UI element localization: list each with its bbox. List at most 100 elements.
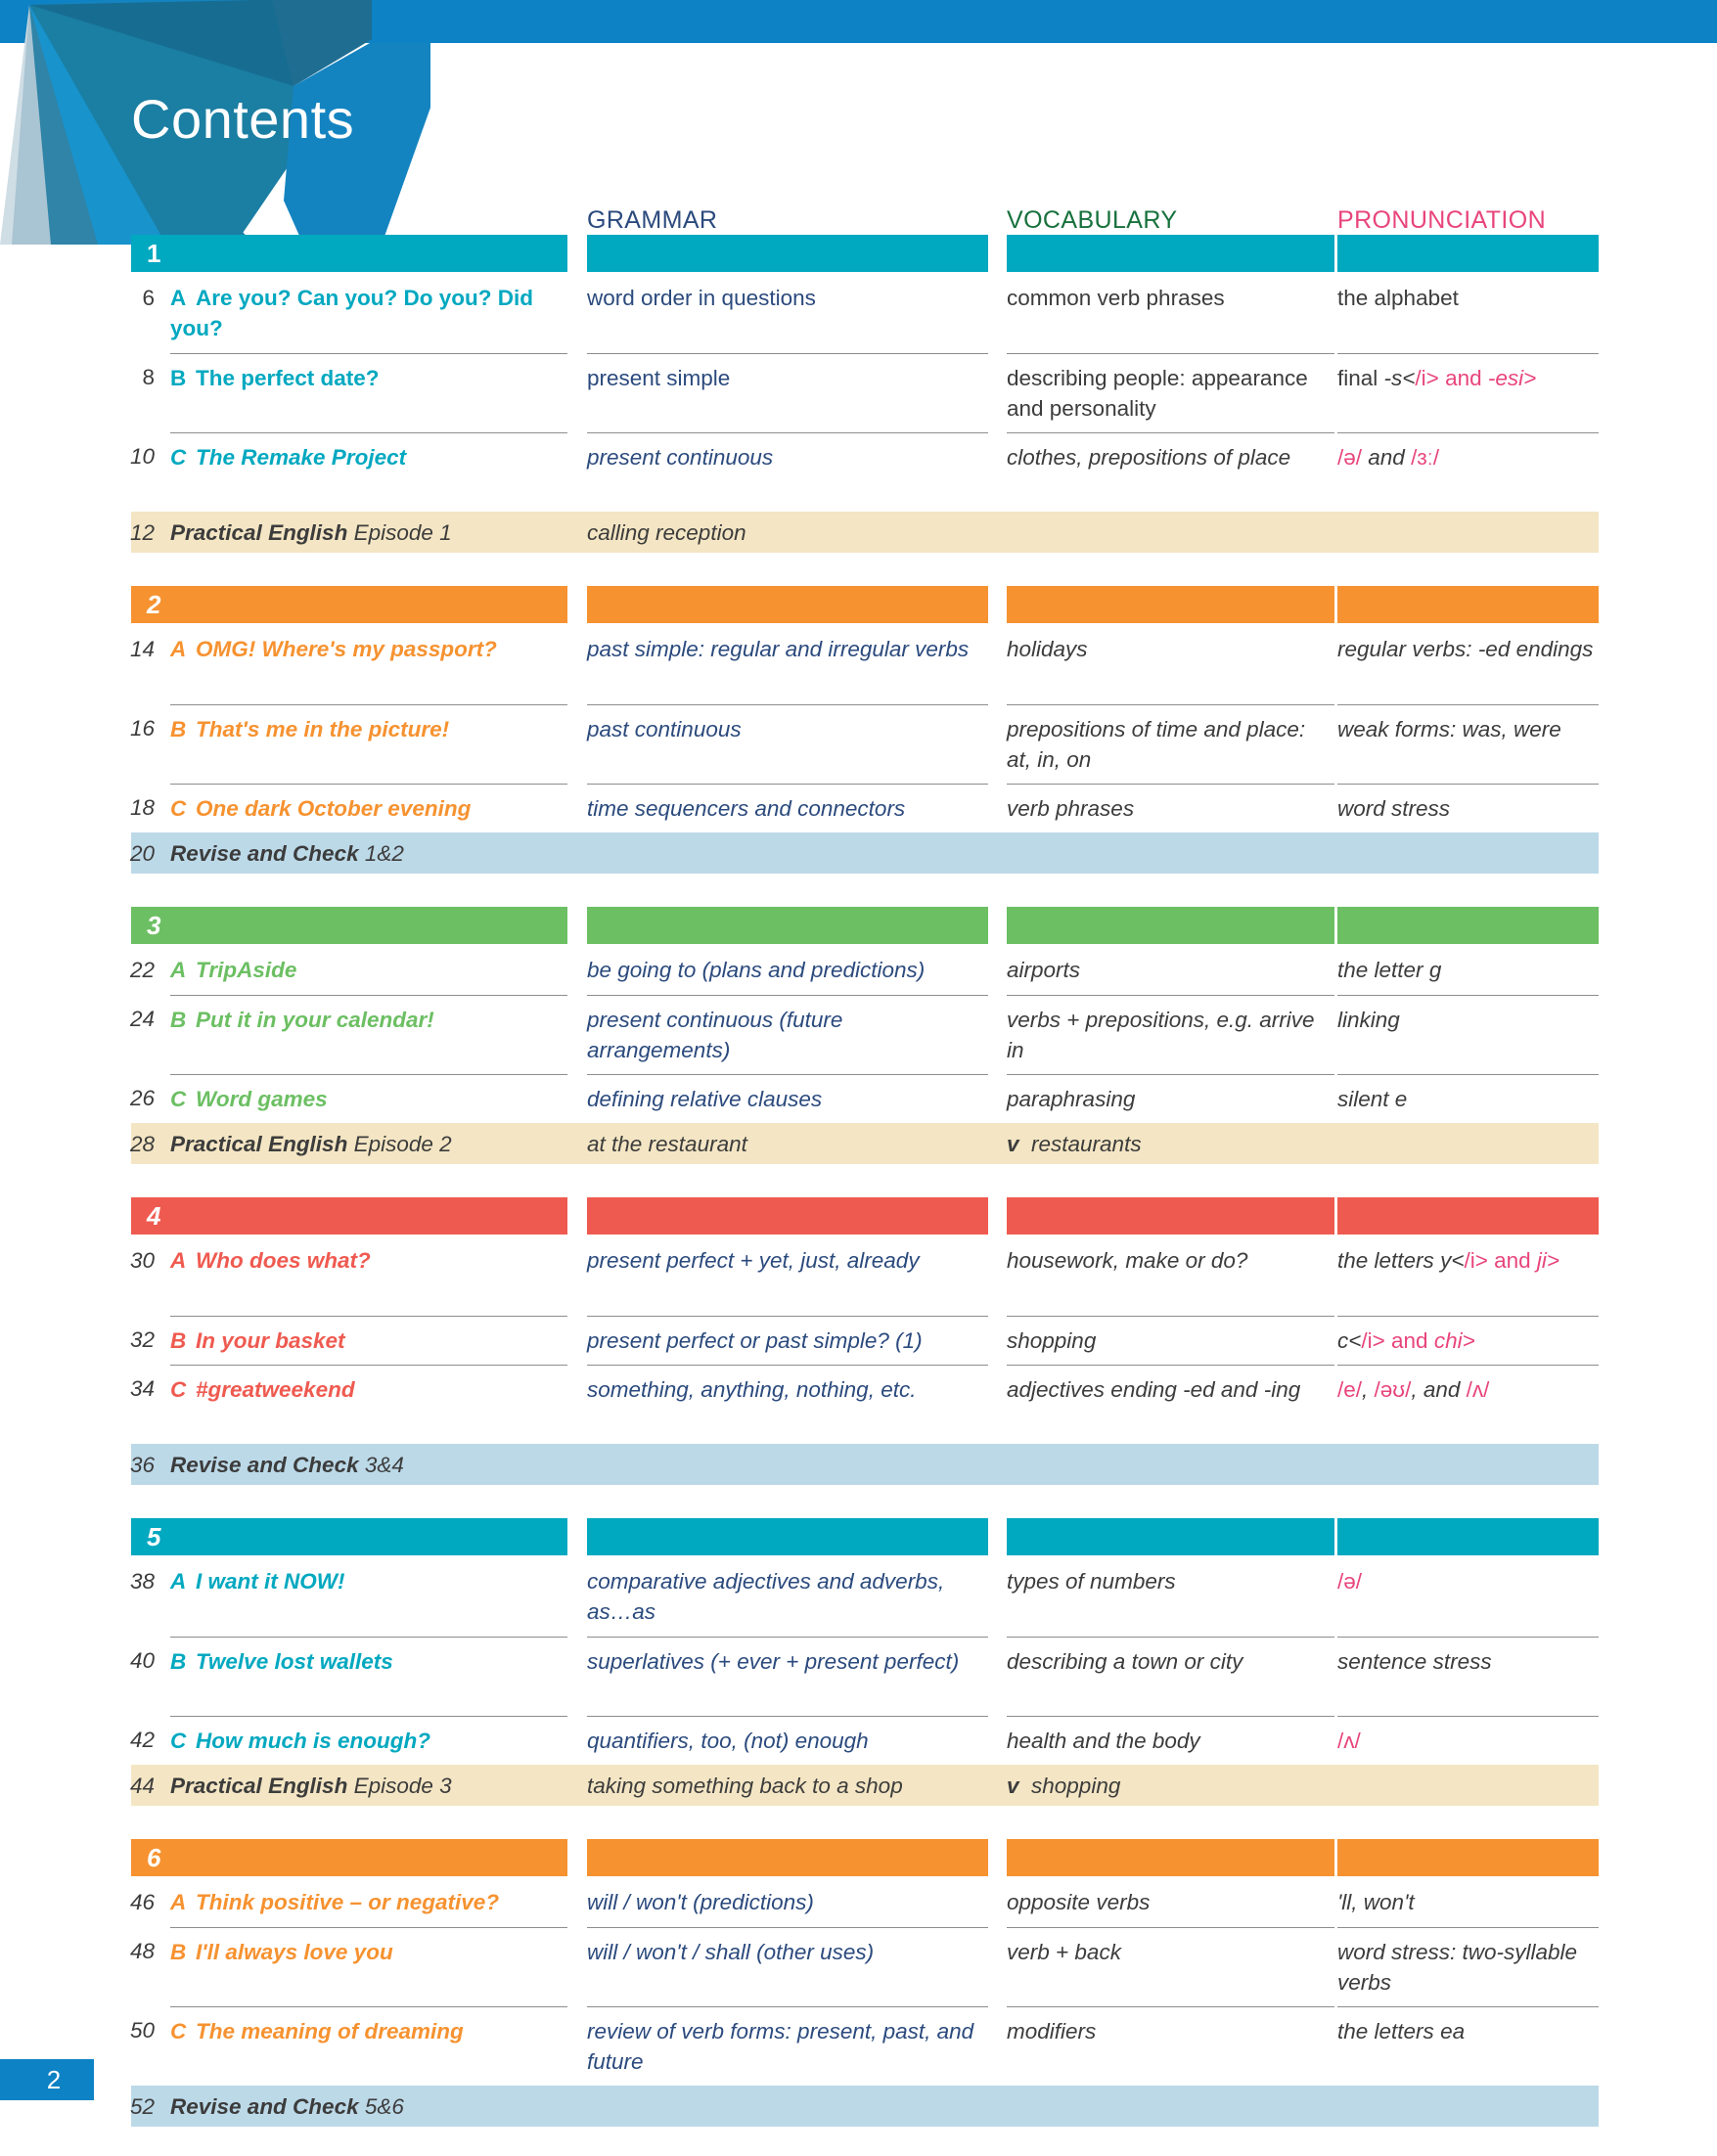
lesson-title[interactable]: A OMG! Where's my passport? bbox=[170, 625, 567, 664]
revise-and-check-row[interactable]: 20 Revise and Check 1&2 bbox=[0, 832, 1717, 874]
lesson-letter: A bbox=[170, 1890, 187, 1914]
lesson-letter: C bbox=[170, 1729, 187, 1753]
lesson-vocabulary: holidays bbox=[1007, 637, 1088, 661]
lesson-title[interactable]: B In your basket bbox=[170, 1316, 567, 1356]
lesson-page-number: 14 bbox=[129, 637, 155, 661]
strip-page-number: 28 bbox=[129, 1132, 155, 1156]
lesson-letter: A bbox=[170, 958, 187, 982]
lesson-grammar: superlatives (+ ever + present perfect) bbox=[587, 1637, 988, 1677]
lesson-page-number: 24 bbox=[129, 1007, 155, 1031]
unit-block: 4 30 A Who does what? present perfect + yet,… bbox=[0, 1197, 1717, 1485]
unit-bar-vocabulary-segment bbox=[1007, 1197, 1334, 1235]
lesson-page-number: 38 bbox=[129, 1569, 155, 1594]
unit-color-bar: 5 bbox=[0, 1518, 1717, 1555]
unit-number: 4 bbox=[147, 1201, 161, 1231]
lesson-letter: C bbox=[170, 796, 187, 821]
vocabulary-marker: v bbox=[1007, 1774, 1019, 1798]
lesson-title[interactable]: B Put it in your calendar! bbox=[170, 995, 567, 1035]
lesson-pronunciation: weak forms: was, were bbox=[1337, 704, 1599, 744]
unit-number: 3 bbox=[147, 911, 161, 940]
unit-bar-title-segment bbox=[131, 907, 567, 944]
lesson-title[interactable]: A Who does what? bbox=[170, 1236, 567, 1276]
lesson-title[interactable]: B The perfect date? bbox=[170, 353, 567, 393]
unit-color-bar: 3 bbox=[0, 907, 1717, 944]
unit-bar-pronunciation-segment bbox=[1337, 1518, 1599, 1555]
lesson-grammar: time sequencers and connectors bbox=[587, 784, 988, 824]
lesson-title[interactable]: A Think positive – or negative? bbox=[170, 1878, 567, 1917]
lesson-pronunciation: word stress bbox=[1337, 784, 1599, 824]
lesson-letter: C bbox=[170, 1377, 187, 1402]
unit-bar-title-segment bbox=[131, 1197, 567, 1235]
lesson-vocabulary: prepositions of time and place: at, in, … bbox=[1007, 704, 1334, 775]
unit-number: 5 bbox=[147, 1522, 161, 1551]
lesson-pronunciation: the alphabet bbox=[1337, 286, 1459, 310]
unit-bar-grammar-segment bbox=[587, 1839, 988, 1876]
lesson-page-number: 46 bbox=[129, 1890, 155, 1914]
lesson-grammar: present perfect or past simple? (1) bbox=[587, 1316, 988, 1356]
lesson-letter: B bbox=[170, 1008, 187, 1032]
lesson-vocabulary: verbs + prepositions, e.g. arrive in bbox=[1007, 995, 1334, 1065]
lesson-pronunciation: word stress: two-syllable verbs bbox=[1337, 1927, 1599, 1998]
lesson-vocabulary: airports bbox=[1007, 958, 1081, 982]
unit-bar-title-segment bbox=[131, 586, 567, 623]
lesson-page-number: 10 bbox=[129, 444, 155, 469]
practical-english-row[interactable]: 28 Practical English Episode 2 at the rest… bbox=[0, 1123, 1717, 1164]
lesson-pronunciation: linking bbox=[1337, 995, 1599, 1035]
unit-bar-pronunciation-segment bbox=[1337, 907, 1599, 944]
lesson-row: 6 A Are you? Can you? Do you? Did you? word… bbox=[0, 274, 1717, 353]
lesson-pronunciation: sentence stress bbox=[1337, 1637, 1599, 1677]
lesson-grammar: comparative adjectives and adverbs, as…a… bbox=[587, 1569, 945, 1624]
unit-block: 2 14 A OMG! Where's my passport? past simple… bbox=[0, 586, 1717, 874]
strip-grammar: at the restaurant bbox=[587, 1132, 747, 1156]
revise-and-check-row[interactable]: 36 Revise and Check 3&4 bbox=[0, 1444, 1717, 1485]
unit-bar-title-segment bbox=[131, 235, 567, 272]
lesson-title[interactable]: A TripAside bbox=[170, 946, 567, 985]
lesson-row: 10 C The Remake Project present continuous c… bbox=[0, 432, 1717, 512]
unit-bar-grammar-segment bbox=[587, 235, 988, 272]
unit-bar-grammar-segment bbox=[587, 907, 988, 944]
lesson-title[interactable]: B I'll always love you bbox=[170, 1927, 567, 1967]
lesson-grammar: quantifiers, too, (not) enough bbox=[587, 1716, 988, 1756]
strip-grammar: taking something back to a shop bbox=[587, 1774, 903, 1798]
unit-color-bar: 1 bbox=[0, 235, 1717, 272]
lesson-title[interactable]: B That's me in the picture! bbox=[170, 704, 567, 744]
strip-label: Revise and Check 5&6 bbox=[170, 2094, 404, 2119]
unit-gap bbox=[0, 874, 1717, 907]
practical-english-row[interactable]: 44 Practical English Episode 3 taking some… bbox=[0, 1765, 1717, 1806]
lesson-row: 38 A I want it NOW! comparative adjectives … bbox=[0, 1557, 1717, 1637]
practical-english-row[interactable]: 12 Practical English Episode 1 calling rec… bbox=[0, 512, 1717, 553]
strip-grammar: calling reception bbox=[587, 520, 746, 545]
lesson-page-number: 50 bbox=[129, 2018, 155, 2043]
lesson-title[interactable]: C #greatweekend bbox=[170, 1365, 567, 1405]
lesson-letter: B bbox=[170, 1328, 187, 1353]
strip-vocabulary: v restaurants bbox=[1007, 1132, 1142, 1156]
lesson-pronunciation: /e/, /əʊ/, and /ʌ/ bbox=[1337, 1365, 1599, 1405]
vocabulary-marker: v bbox=[1007, 1132, 1019, 1156]
lesson-grammar: defining relative clauses bbox=[587, 1074, 988, 1114]
lesson-vocabulary: paraphrasing bbox=[1007, 1074, 1334, 1114]
unit-bar-grammar-segment bbox=[587, 586, 988, 623]
lesson-grammar: will / won't (predictions) bbox=[587, 1890, 814, 1914]
lesson-title[interactable]: C How much is enough? bbox=[170, 1716, 567, 1756]
lesson-title[interactable]: C The Remake Project bbox=[170, 432, 567, 472]
lesson-title[interactable]: C One dark October evening bbox=[170, 784, 567, 824]
unit-bar-vocabulary-segment bbox=[1007, 235, 1334, 272]
lesson-vocabulary: opposite verbs bbox=[1007, 1890, 1151, 1914]
lesson-letter: B bbox=[170, 366, 187, 390]
column-header-pronunciation: PRONUNCIATION bbox=[1337, 206, 1547, 234]
lesson-title[interactable]: A Are you? Can you? Do you? Did you? bbox=[170, 274, 567, 343]
lesson-row: 22 A TripAside be going to (plans and predi… bbox=[0, 946, 1717, 995]
lesson-letter: A bbox=[170, 286, 187, 310]
unit-number: 2 bbox=[147, 590, 161, 619]
lesson-pronunciation: c</i> and chi> bbox=[1337, 1316, 1599, 1356]
lesson-grammar: word order in questions bbox=[587, 286, 816, 310]
lesson-title[interactable]: B Twelve lost wallets bbox=[170, 1637, 567, 1677]
unit-bar-pronunciation-segment bbox=[1337, 235, 1599, 272]
revise-and-check-row[interactable]: 52 Revise and Check 5&6 bbox=[0, 2086, 1717, 2127]
lesson-vocabulary: adjectives ending -ed and -ing bbox=[1007, 1365, 1334, 1405]
lesson-title[interactable]: AI want it NOW! bbox=[170, 1557, 567, 1596]
unit-block: 6 46 A Think positive – or negative? will / … bbox=[0, 1839, 1717, 2127]
lesson-title[interactable]: C The meaning of dreaming bbox=[170, 2006, 567, 2046]
lesson-title[interactable]: C Word games bbox=[170, 1074, 567, 1114]
strip-page-number: 44 bbox=[129, 1774, 155, 1798]
